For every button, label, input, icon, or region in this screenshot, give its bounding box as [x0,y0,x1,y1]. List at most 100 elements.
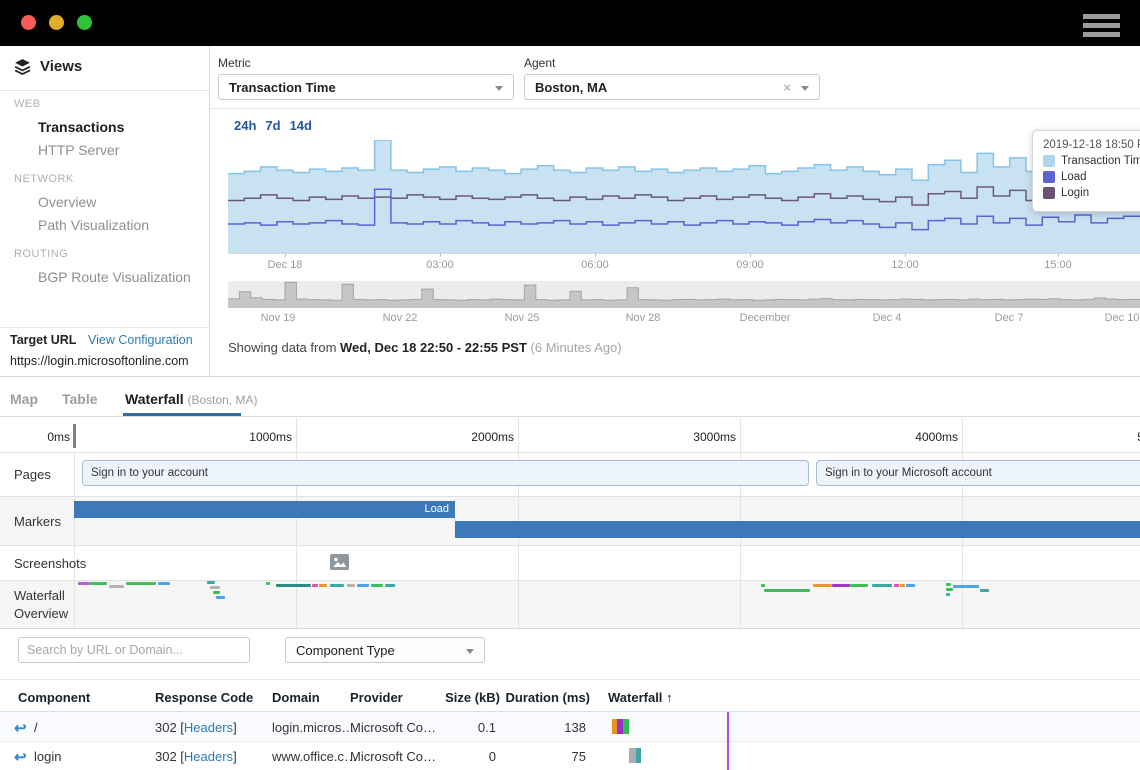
waterfall-time-cursor [727,712,729,770]
provider-cell: Microsoft Co… [350,720,436,735]
axis-tick [595,253,596,257]
view-configuration-link[interactable]: View Configuration [88,333,193,347]
sidebar-item-http-server[interactable]: HTTP Server [38,142,119,158]
page-box-sign-in-microsoft-account[interactable]: Sign in to your Microsoft account [816,460,1140,486]
headers-link[interactable]: Headers [184,749,233,764]
overview-request-mark [900,584,905,587]
section-label-network: NETWORK [14,173,74,185]
axis-tick-label: 09:00 [736,259,764,271]
column-header-response-code[interactable]: Response Code [155,690,253,705]
search-input[interactable] [18,637,250,663]
column-header-component[interactable]: Component [18,690,90,705]
axis-tick [285,253,286,257]
overview-request-mark [764,589,810,592]
overview-request-mark [850,584,868,587]
component-cell[interactable]: login [34,749,61,764]
waterfall-minibar [629,748,641,763]
overview-tick-label: Dec 7 [995,312,1024,324]
overview-request-mark [276,584,311,587]
component-type-dropdown[interactable]: Component Type [285,637,485,663]
column-header-waterfall[interactable]: Waterfall ↑ [608,690,673,705]
metric-value: Transaction Time [229,80,336,95]
overview-request-mark [946,588,953,591]
agent-dropdown[interactable]: Boston, MA × [524,74,820,100]
overview-request-mark [319,584,327,587]
duration-cell: 138 [564,720,586,735]
divider [0,327,209,328]
range-14d-link[interactable]: 14d [290,118,312,133]
overview-request-mark [906,584,915,587]
component-cell[interactable]: / [34,720,38,735]
transaction-time-chart[interactable] [228,140,1140,253]
overview-tick-label: Dec 4 [873,312,902,324]
x-axis-line [228,253,1140,254]
close-window-icon[interactable] [21,15,36,30]
waterfall-minibar [612,719,629,734]
sidebar-item-overview[interactable]: Overview [38,194,96,210]
column-header-duration[interactable]: Duration (ms) [506,690,591,705]
range-24h-link[interactable]: 24h [234,118,256,133]
divider [0,545,1140,546]
column-header-size-kb[interactable]: Size (kB) [445,690,500,705]
overview-request-mark [126,582,156,585]
page-box-sign-in-account[interactable]: Sign in to your account [82,460,809,486]
overview-request-mark [347,584,355,587]
section-label-web: WEB [14,98,41,110]
sidebar-item-path-visualization[interactable]: Path Visualization [38,217,149,233]
target-url-label: Target URL [10,333,76,347]
screenshot-thumbnail-icon[interactable] [330,554,349,570]
overview-tick-label: December [740,312,791,324]
overview-request-mark [158,582,170,585]
range-7d-link[interactable]: 7d [265,118,280,133]
divider [210,108,1140,109]
marker-bar-2[interactable] [455,521,1140,538]
status-line: Showing data from Wed, Dec 18 22:50 - 22… [228,340,622,355]
sidebar-item-bgp-route-visualization[interactable]: BGP Route Visualization [38,269,191,285]
overview-request-mark [894,584,899,587]
axis-tick-label: 12:00 [891,259,919,271]
overview-request-mark [872,584,892,587]
overview-tick-label: Nov 19 [261,312,296,324]
legend-item-load: Load [1043,171,1140,183]
tab-waterfall[interactable]: Waterfall (Boston, MA) [125,391,258,407]
redirect-icon: ↩ [14,748,27,766]
minibar-segment [623,719,629,734]
tab-map[interactable]: Map [10,391,38,407]
status-age: (6 Minutes Ago) [527,340,622,355]
sort-asc-icon: ↑ [666,690,673,705]
column-header-size[interactable]: Provider [350,690,403,705]
overview-brush-chart[interactable] [228,281,1140,308]
overview-tick-label: Nov 22 [383,312,418,324]
axis-tick [1058,253,1059,257]
waterfall-axis-label: 3000ms [693,430,736,444]
tab-table[interactable]: Table [62,391,98,407]
overview-request-mark [761,584,765,587]
section-label-routing: ROUTING [14,248,68,260]
divider [0,496,1140,497]
overview-request-mark [330,584,344,587]
clear-agent-icon[interactable]: × [783,75,791,101]
legend-item-login: Login [1043,187,1140,199]
response-code-cell: 302 [Headers] [155,720,237,735]
overview-request-mark [109,585,124,588]
overview-request-mark [953,585,979,588]
chart-legend-tooltip: 2019-12-18 18:50 PST Transaction Time Lo… [1032,130,1140,212]
divider [0,452,1140,453]
minibar-segment [629,748,636,763]
legend-item-transaction-time: Transaction Time [1043,155,1140,167]
chevron-down-icon [801,86,809,91]
hamburger-menu-icon[interactable] [1083,14,1120,41]
marker-bar-load[interactable]: Load [74,501,455,518]
waterfall-overview-minimap[interactable] [0,580,1140,628]
column-header-domain[interactable]: Domain [272,690,320,705]
sidebar-item-transactions[interactable]: Transactions [38,119,124,135]
metric-dropdown[interactable]: Transaction Time [218,74,514,100]
axis-tick [750,253,751,257]
minimize-window-icon[interactable] [49,15,64,30]
tooltip-timestamp: 2019-12-18 18:50 PST [1043,139,1140,151]
divider [0,416,1140,417]
headers-link[interactable]: Headers [184,720,233,735]
axis-tick [440,253,441,257]
waterfall-axis-label: 2000ms [471,430,514,444]
maximize-window-icon[interactable] [77,15,92,30]
